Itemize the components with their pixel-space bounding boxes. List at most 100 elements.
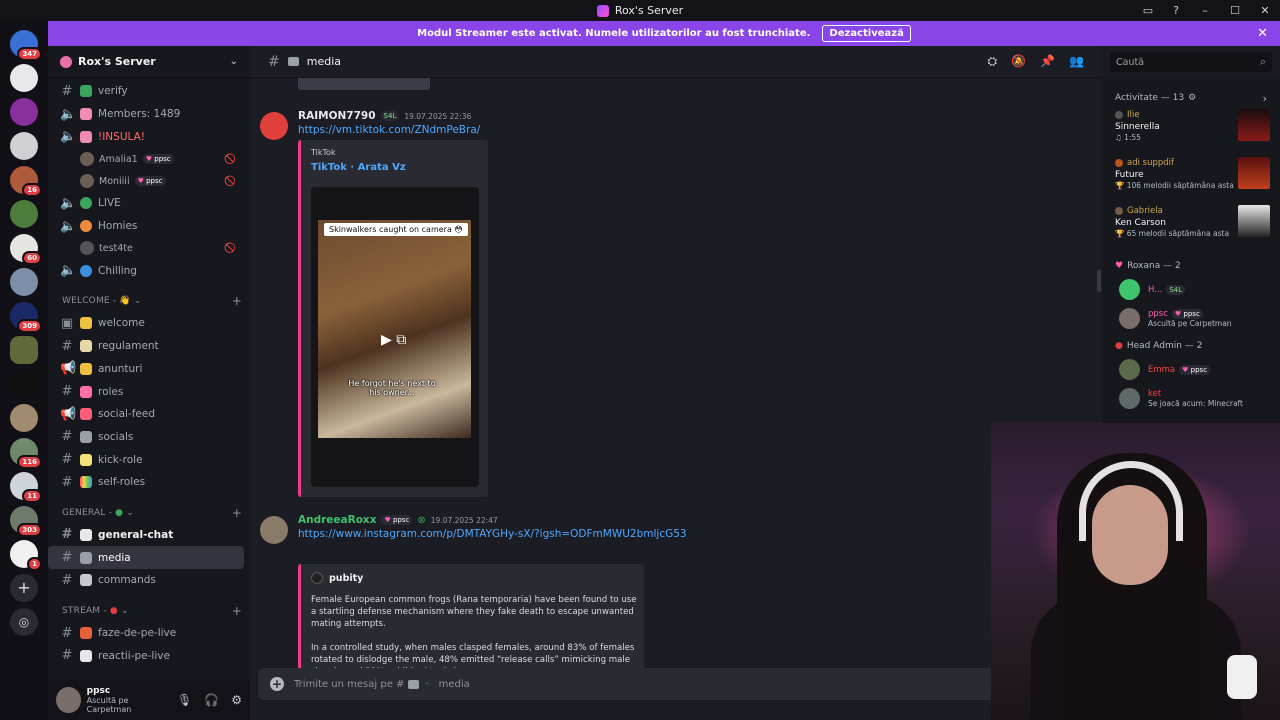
microphone-icon[interactable]: 🎙 [177,693,192,707]
avatar[interactable] [260,516,288,544]
close-icon[interactable]: ✕ [1257,26,1268,41]
server-icon[interactable] [10,64,38,92]
gear-icon[interactable]: ⚙ [231,693,242,707]
avatar[interactable] [260,112,288,140]
speaker-icon: 🔈 [60,106,77,122]
threads-icon[interactable]: ⛭ [988,54,998,69]
channel-anunturi[interactable]: 📢 anunturi [48,358,244,381]
text-channel-icon: # [61,527,73,543]
streamer-mode-banner: Modul Streamer este activat. Numele util… [48,21,1280,46]
channel-commands[interactable]: # commands [48,569,244,592]
channel-reactii-pe-live[interactable]: # reactii-pe-live [48,644,244,667]
home-dm-button[interactable]: 347 [10,30,42,61]
message-link[interactable]: https://www.instagram.com/p/DMTAYGHy-sX/… [298,528,687,540]
search-input[interactable]: Caută ⌕ [1110,52,1272,72]
scroll-icon [80,340,92,353]
video-player[interactable]: Skinwalkers caught on camera 😳 ▶ ⧉ He fo… [311,187,479,487]
member-item[interactable]: ket Se joacă acum: Minecraft [1102,384,1280,413]
channel-insula[interactable]: 🔈 !INSULA! [48,125,244,148]
category-label: WELCOME - [62,296,117,307]
server-icon[interactable]: 16 [10,166,42,197]
mute-bell-icon[interactable]: 🔕 [1011,54,1026,69]
pin-icon[interactable]: 📌 [1040,54,1055,69]
server-header[interactable]: Rox's Server ⌄ [48,46,250,78]
channel-general-chat[interactable]: # general-chat [48,524,244,547]
help-icon[interactable]: ? [1162,4,1190,17]
channel-live[interactable]: 🔈 LIVE [48,192,244,215]
channel-verify[interactable]: # verify [48,80,244,103]
author-name[interactable]: AndreeaRoxx [298,514,376,526]
maximize-button[interactable]: ☐ [1220,4,1250,17]
add-channel-icon[interactable]: + [232,294,242,308]
previous-attachment[interactable] [298,78,430,90]
channel-regulament[interactable]: # regulament [48,335,244,358]
add-channel-icon[interactable]: + [232,604,242,618]
voice-user[interactable]: Amalia1 ppsc 🚫 [48,148,244,170]
embed-title[interactable]: TikTok · Arata Vz [311,162,406,173]
channel-header: # media ⛭ 🔕 📌 👥 [250,46,1102,78]
server-icon[interactable] [10,370,38,398]
voice-user[interactable]: Moniiii ppsc 🚫 [48,170,244,192]
server-icon[interactable]: 303 [10,506,42,537]
add-server-icon[interactable]: + [10,574,38,602]
upload-plus-icon[interactable]: + [270,677,284,691]
streamer-banner-text: Modul Streamer este activat. Numele util… [417,28,811,39]
embed-author[interactable]: pubity [311,572,363,584]
server-icon[interactable] [10,336,38,364]
message-composer[interactable]: + Trimite un mesaj pe # · media ▦ [258,668,1092,700]
server-icon[interactable]: 1 [10,540,42,571]
channel-members[interactable]: 🔈 Members: 1489 [48,103,244,126]
category-general[interactable]: GENERAL - ● ⌄ + [48,502,250,524]
server-icon[interactable] [10,132,38,160]
server-icon[interactable] [10,98,38,126]
author-name[interactable]: RAIMON7790 [298,110,376,122]
channel-welcome[interactable]: ▣ welcome [48,312,244,335]
channel-homies[interactable]: 🔈 Homies [48,215,244,238]
server-icon[interactable]: 60 [10,234,42,265]
activity-item[interactable]: adi suppdif Future 🏆 106 melodii săptămâ… [1102,157,1280,205]
members-icon[interactable]: 👥 [1069,54,1084,69]
message-link[interactable]: https://vm.tiktok.com/ZNdmPeBra/ [298,124,480,136]
channel-socials[interactable]: # socials [48,426,244,449]
music-note-icon: ♫ [1115,133,1125,142]
server-icon[interactable] [10,404,38,432]
category-welcome[interactable]: WELCOME - 👋 ⌄ + [48,290,250,312]
server-icon[interactable] [10,268,38,296]
headphones-icon[interactable]: 🎧 [204,693,219,707]
member-item[interactable]: Emmappsc [1102,355,1280,384]
inbox-icon[interactable]: ▭ [1134,4,1162,17]
channel-media[interactable]: #media👤⚙ [48,546,244,569]
channel-list: # verify 🔈 Members: 1489 🔈 !INSULA! Amalia1… [48,78,250,668]
scrollbar[interactable] [1097,270,1101,292]
server-icon[interactable]: 11 [10,472,42,503]
activity-user: Gabriela [1127,206,1163,216]
member-status: Ascultă pe Carpetman [1148,319,1232,328]
category-stream[interactable]: STREAM - ● ⌄ + [48,600,250,622]
server-icon[interactable]: 309 [10,302,42,333]
activity-header[interactable]: Activitate — 13 ⚙ › [1102,87,1280,109]
chevron-right-icon[interactable]: › [1263,92,1267,105]
voice-user[interactable]: test4te 🚫 [48,237,244,259]
play-icon[interactable]: ▶ ⧉ [381,332,406,348]
server-icon[interactable] [10,200,38,228]
add-channel-icon[interactable]: + [232,506,242,520]
channel-faze-de-pe-live[interactable]: # faze-de-pe-live [48,622,244,645]
server-icon[interactable]: 116 [10,438,42,469]
disable-streamer-mode-button[interactable]: Dezactivează [822,25,911,42]
speaker-icon: 🔈 [60,263,77,279]
discover-icon[interactable]: ◎ [10,608,38,636]
activity-item[interactable]: Gabriela Ken Carson 🏆 65 melodii săptămâ… [1102,205,1280,253]
channel-roles[interactable]: # roles [48,380,244,403]
close-window-button[interactable]: ✕ [1250,4,1280,17]
text-channel-icon: # [61,625,73,641]
member-item[interactable]: H... S4L [1102,275,1280,304]
channel-self-roles[interactable]: # self-roles [48,471,244,494]
activity-item[interactable]: Ilie Sinnerella ♫ 1:55 [1102,109,1280,157]
channel-kick-role[interactable]: # kick-role [48,448,244,471]
channel-social-feed[interactable]: 📢 social-feed [48,403,244,426]
avatar[interactable] [56,687,81,713]
member-item[interactable]: ppscppscAscultă pe Carpetman [1102,304,1280,333]
minimize-button[interactable]: – [1190,4,1220,17]
channel-chilling[interactable]: 🔈 Chilling [48,259,244,282]
user-panel-names[interactable]: ppsc Ascultă pe Carpetman [87,686,171,714]
